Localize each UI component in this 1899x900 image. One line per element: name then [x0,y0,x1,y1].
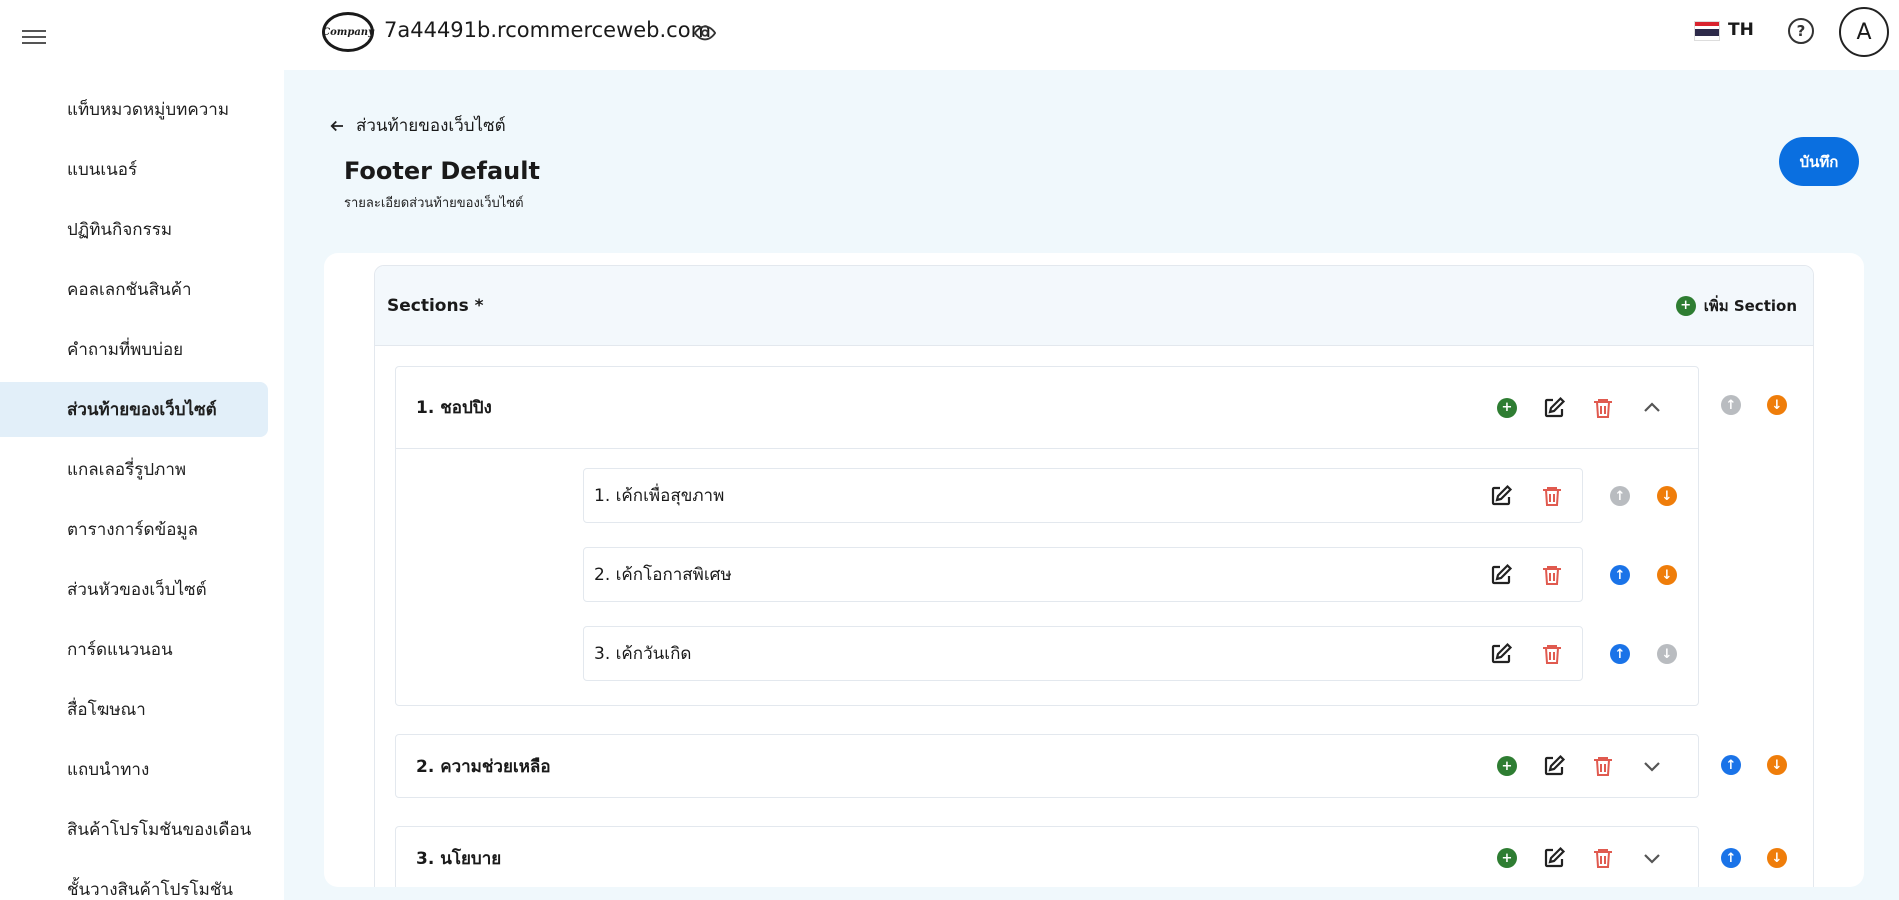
move-up-icon[interactable]: ↑ [1610,644,1630,664]
section-group-title: 3. นโยบาย [416,848,502,869]
menu-icon[interactable] [22,26,46,46]
move-up-icon[interactable]: ↑ [1721,755,1741,775]
add-item-button[interactable]: + [1497,756,1517,776]
sidebar-item-navigation-bar[interactable]: แถบนำทาง [0,742,268,797]
section-group-header: 2. ความช่วยเหลือ + [396,735,1698,797]
move-down-icon[interactable]: ↓ [1767,755,1787,775]
back-link[interactable]: ส่วนท้ายของเว็บไซต์ [328,112,506,139]
sidebar-item-horizontal-card[interactable]: การ์ดแนวนอน [0,622,268,677]
trash-icon[interactable] [1540,484,1564,508]
edit-icon[interactable] [1489,484,1513,508]
chevron-up-icon[interactable] [1640,396,1664,420]
move-down-icon[interactable]: ↓ [1657,644,1677,664]
list-item: 3. เค้กวันเกิด [583,626,1583,681]
sidebar-item-faq[interactable]: คำถามที่พบบ่อย [0,322,268,377]
sidebar-item-image-gallery[interactable]: แกลเลอรี่รูปภาพ [0,442,268,497]
plus-circle-icon: + [1675,295,1696,316]
help-icon[interactable]: ? [1788,18,1814,44]
save-button[interactable]: บันทึก [1779,137,1859,186]
chevron-down-icon[interactable] [1640,754,1664,778]
edit-icon[interactable] [1542,846,1566,870]
eye-icon[interactable] [694,22,716,44]
section-group: 2. ความช่วยเหลือ + [395,734,1699,798]
sections-header: Sections * + เพิ่ม Section [375,266,1813,346]
trash-icon[interactable] [1540,563,1564,587]
move-up-icon[interactable]: ↑ [1610,486,1630,506]
language-label[interactable]: TH [1728,20,1754,40]
sidebar-item-article-category-tabs[interactable]: แท็บหมวดหมู่บทความ [0,82,268,137]
edit-icon[interactable] [1489,642,1513,666]
page-subtitle: รายละเอียดส่วนท้ายของเว็บไซต์ [344,196,524,211]
move-up-icon[interactable]: ↑ [1721,395,1741,415]
sidebar-item-product-collection[interactable]: คอลเลกชันสินค้า [0,262,268,317]
section-group: 1. ชอปปิง + 1. เค้กเพื่อสุขภาพ ↑ ↓ 2. เค… [395,366,1699,706]
add-item-button[interactable]: + [1497,397,1517,418]
list-item: 2. เค้กโอกาสพิเศษ [583,547,1583,602]
avatar[interactable]: A [1839,7,1889,57]
sidebar: แท็บหมวดหมู่บทความ แบนเนอร์ ปฏิทินกิจกรร… [0,0,284,900]
sidebar-nav: แท็บหมวดหมู่บทความ แบนเนอร์ ปฏิทินกิจกรร… [0,82,284,900]
section-group-title: 1. ชอปปิง [416,398,492,418]
section-group-title: 2. ความช่วยเหลือ [416,756,551,777]
company-logo: Company [322,12,374,52]
arrow-left-icon [330,120,343,131]
move-down-icon[interactable]: ↓ [1767,395,1787,415]
site-domain: 7a44491b.rcommerceweb.com [384,18,712,42]
page-title: Footer Default [344,157,540,185]
sidebar-item-info-card-grid[interactable]: ตารางการ์ดข้อมูล [0,502,268,557]
sections-title: Sections * [387,295,484,316]
thai-flag-icon[interactable] [1694,21,1720,41]
move-down-icon[interactable]: ↓ [1767,848,1787,868]
add-section-button[interactable]: + เพิ่ม Section [1675,294,1797,318]
trash-icon[interactable] [1591,754,1615,778]
edit-icon[interactable] [1489,563,1513,587]
move-up-icon[interactable]: ↑ [1721,848,1741,868]
section-group: 3. นโยบาย + [395,826,1699,887]
move-down-icon[interactable]: ↓ [1657,486,1677,506]
sidebar-item-header[interactable]: ส่วนหัวของเว็บไซต์ [0,562,268,617]
sidebar-item-ad-media[interactable]: สื่อโฆษณา [0,682,268,737]
sidebar-item-footer[interactable]: ส่วนท้ายของเว็บไซต์ [0,382,268,437]
section-group-header: 1. ชอปปิง + [396,367,1698,449]
add-item-button[interactable]: + [1497,848,1517,868]
sections-panel: Sections * + เพิ่ม Section 1. ชอปปิง + 1… [374,265,1814,887]
top-bar: Company 7a44491b.rcommerceweb.com TH ? A [284,0,1899,70]
list-item: 1. เค้กเพื่อสุขภาพ [583,468,1583,523]
trash-icon[interactable] [1591,846,1615,870]
sidebar-item-banner[interactable]: แบนเนอร์ [0,142,268,197]
trash-icon[interactable] [1540,642,1564,666]
edit-icon[interactable] [1542,754,1566,778]
move-down-icon[interactable]: ↓ [1657,565,1677,585]
move-up-icon[interactable]: ↑ [1610,565,1630,585]
sidebar-item-event-calendar[interactable]: ปฏิทินกิจกรรม [0,202,268,257]
footer-editor-card: Sections * + เพิ่ม Section 1. ชอปปิง + 1… [324,253,1864,887]
sidebar-item-monthly-promo[interactable]: สินค้าโปรโมชันของเดือน [0,802,268,857]
chevron-down-icon[interactable] [1640,846,1664,870]
sidebar-item-promo-shelf[interactable]: ชั้นวางสินค้าโปรโมชัน [0,862,268,900]
section-group-actions: + [1497,367,1664,448]
edit-icon[interactable] [1542,396,1566,420]
trash-icon[interactable] [1591,396,1615,420]
section-group-header: 3. นโยบาย + [396,827,1698,887]
